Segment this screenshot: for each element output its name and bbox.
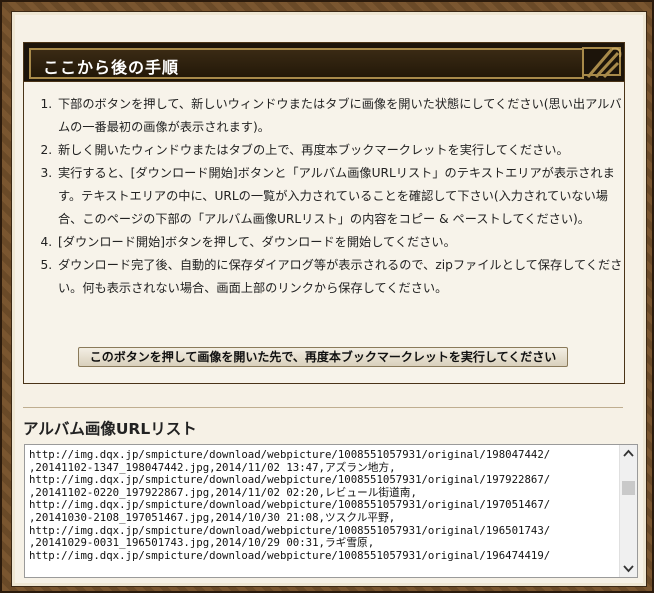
url-list-scrollbar[interactable]: [619, 445, 637, 577]
open-image-button[interactable]: このボタンを押して画像を開いた先で、再度本ブックマークレットを実行してください: [78, 347, 568, 367]
chevron-down-icon[interactable]: [620, 561, 637, 577]
steps-list: 下部のボタンを押して、新しいウィンドウまたはタブに画像を開いた状態にしてください…: [36, 93, 631, 300]
step-item: 新しく開いたウィンドウまたはタブの上で、再度本ブックマークレットを実行してくださ…: [56, 139, 631, 162]
step-item: ダウンロード完了後、自動的に保存ダイアログ等が表示されるので、zipファイルとし…: [56, 254, 631, 300]
page-frame: ここから後の手順 下部のボタンを押して、新しいウィンドウまたはタブに画像を開いた…: [0, 0, 654, 593]
chevron-up-icon[interactable]: [620, 445, 637, 461]
url-list-textarea-container: http://img.dqx.jp/smpicture/download/web…: [24, 444, 638, 578]
step-item: 実行すると、[ダウンロード開始]ボタンと「アルバム画像URLリスト」のテキストエ…: [56, 162, 631, 231]
scrollbar-thumb[interactable]: [622, 481, 635, 495]
steps-box-header-bar: ここから後の手順: [29, 48, 584, 79]
url-list-textarea[interactable]: http://img.dqx.jp/smpicture/download/web…: [29, 449, 615, 573]
steps-box: ここから後の手順 下部のボタンを押して、新しいウィンドウまたはタブに画像を開いた…: [23, 42, 625, 384]
steps-box-header: ここから後の手順: [24, 43, 624, 82]
step-item: 下部のボタンを押して、新しいウィンドウまたはタブに画像を開いた状態にしてください…: [56, 93, 631, 139]
ornament-icon: [582, 47, 622, 79]
section-divider: [23, 407, 623, 408]
steps-box-title: ここから後の手順: [43, 58, 180, 77]
step-item: [ダウンロード開始]ボタンを押して、ダウンロードを開始してください。: [56, 231, 631, 254]
url-list-title: アルバム画像URLリスト: [23, 420, 197, 438]
content-panel: ここから後の手順 下部のボタンを押して、新しいウィンドウまたはタブに画像を開いた…: [11, 11, 647, 587]
